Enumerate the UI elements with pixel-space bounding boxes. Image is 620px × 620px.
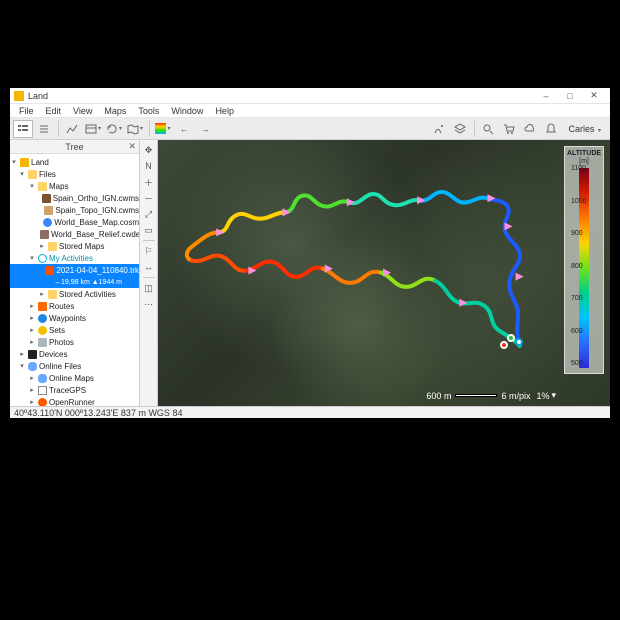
edit-track-button[interactable] (429, 120, 449, 138)
tree-devices[interactable]: ▸Devices (10, 348, 139, 360)
menu-view[interactable]: View (67, 106, 98, 116)
marker-tool-icon[interactable]: ⚐ (142, 244, 156, 258)
altitude-title: ALTITUDE (567, 150, 601, 157)
extras-icon[interactable]: ⋯ (142, 297, 156, 311)
notifications-button[interactable] (541, 120, 561, 138)
nav-back-button[interactable]: ← (174, 120, 194, 138)
track-flag-marker (500, 341, 508, 349)
refresh-button[interactable]: ▾ (104, 120, 124, 138)
search-button[interactable] (478, 120, 498, 138)
sidebar-close-button[interactable]: ✕ (128, 141, 136, 152)
map-canvas[interactable]: ALTITUDE [m] 1100 1000 900 800 700 600 5… (158, 140, 610, 406)
sidebar-header: Tree ✕ (10, 140, 139, 154)
maximize-button[interactable]: □ (558, 89, 582, 103)
gps-track (158, 140, 610, 406)
menu-edit[interactable]: Edit (40, 106, 68, 116)
tree-track-selected[interactable]: 2021-04-04_110840.trk (10, 264, 139, 276)
map-toolbar: ✥ N ＋ － ⤢ ▭ ⚐ ↔ ◫ ⋯ (140, 140, 158, 406)
menu-bar: File Edit View Maps Tools Window Help (10, 104, 610, 118)
tree-map-item[interactable]: Spain_Topo_IGN.cwms (10, 204, 139, 216)
user-menu[interactable]: Carles ▾ (562, 124, 607, 134)
menu-tools[interactable]: Tools (132, 106, 165, 116)
layers-button[interactable] (450, 120, 470, 138)
menu-help[interactable]: Help (209, 106, 240, 116)
tree-online-item[interactable]: ▸OpenRunner (10, 396, 139, 406)
gradient-button[interactable]: ▾ (153, 120, 173, 138)
tree-view[interactable]: ▾Land ▾Files ▾Maps Spain_Ortho_IGN.cwms … (10, 154, 139, 406)
cloud-button[interactable] (520, 120, 540, 138)
tree-map-item[interactable]: World_Base_Relief.cwdem (10, 228, 139, 240)
status-bar: 40º43.110'N 000º13.243'E 837 m WGS 84 (10, 406, 610, 418)
zoom-chevron-icon[interactable]: ▾ (551, 390, 556, 401)
tree-online-files[interactable]: ▾Online Files (10, 360, 139, 372)
tree-root[interactable]: ▾Land (10, 156, 139, 168)
track-end-marker (515, 338, 523, 346)
list-panel-button[interactable] (34, 120, 54, 138)
map-scale: 600 m 6 m/pix 1% ▾ (426, 390, 556, 401)
tree-files[interactable]: ▾Files (10, 168, 139, 180)
altitude-ticks: 1100 1000 900 800 700 600 500 (571, 165, 587, 367)
pan-tool-icon[interactable]: ✥ (142, 143, 156, 157)
tree-map-item[interactable]: Spain_Ortho_IGN.cwms (10, 192, 139, 204)
tree-online-item[interactable]: ▸Online Maps (10, 372, 139, 384)
frame-icon[interactable]: ▭ (142, 223, 156, 237)
application-window: Land – □ ✕ File Edit View Maps Tools Win… (10, 88, 610, 418)
scale-zoom: 1% (536, 391, 549, 401)
minimize-button[interactable]: – (534, 89, 558, 103)
graph-button[interactable] (62, 120, 82, 138)
map-button[interactable]: ▾ (125, 120, 145, 138)
scale-resolution: 6 m/pix (501, 391, 530, 401)
app-icon (14, 91, 24, 101)
sidebar-title: Tree (65, 142, 83, 152)
menu-maps[interactable]: Maps (98, 106, 132, 116)
nav-fwd-button[interactable]: → (195, 120, 215, 138)
tree-photos[interactable]: ▸Photos (10, 336, 139, 348)
main-toolbar: ▾ ▾ ▾ ▾ ← → Carles ▾ (10, 118, 610, 140)
select-tool-icon[interactable]: ◫ (142, 281, 156, 295)
tree-waypoints[interactable]: ▸Waypoints (10, 312, 139, 324)
tree-track-info[interactable]: ↔19,98 km ▲1944 m (10, 276, 139, 288)
tree-my-activities[interactable]: ▾My Activities (10, 252, 139, 264)
zoom-extent-icon[interactable]: ⤢ (142, 207, 156, 221)
tree-online-item[interactable]: ▸TraceGPS (10, 384, 139, 396)
tree-routes[interactable]: ▸Routes (10, 300, 139, 312)
tree-panel-button[interactable] (13, 120, 33, 138)
title-bar: Land – □ ✕ (10, 88, 610, 104)
track-start-marker (507, 334, 515, 342)
tree-sidebar: Tree ✕ ▾Land ▾Files ▾Maps Spain_Ortho_IG… (10, 140, 140, 406)
window-title: Land (28, 91, 534, 101)
menu-window[interactable]: Window (165, 106, 209, 116)
zoom-out-button[interactable]: － (142, 191, 156, 205)
altitude-unit: [m] (579, 158, 589, 165)
zoom-in-button[interactable]: ＋ (142, 175, 156, 189)
distance-tool-icon[interactable]: ↔ (142, 260, 156, 274)
scale-distance: 600 m (426, 391, 451, 401)
calendar-button[interactable]: ▾ (83, 120, 103, 138)
menu-file[interactable]: File (13, 106, 40, 116)
tree-sets[interactable]: ▸Sets (10, 324, 139, 336)
tree-stored-maps[interactable]: ▸Stored Maps (10, 240, 139, 252)
altitude-legend: ALTITUDE [m] 1100 1000 900 800 700 600 5… (564, 146, 604, 374)
scale-bar (455, 394, 497, 397)
cart-button[interactable] (499, 120, 519, 138)
tree-map-item[interactable]: World_Base_Map.cosm (10, 216, 139, 228)
tree-stored-activities[interactable]: ▸Stored Activities (10, 288, 139, 300)
tree-maps[interactable]: ▾Maps (10, 180, 139, 192)
north-icon[interactable]: N (142, 159, 156, 173)
close-button[interactable]: ✕ (582, 89, 606, 103)
main-body: Tree ✕ ▾Land ▾Files ▾Maps Spain_Ortho_IG… (10, 140, 610, 406)
status-coords: 40º43.110'N 000º13.243'E 837 m WGS 84 (14, 408, 182, 418)
